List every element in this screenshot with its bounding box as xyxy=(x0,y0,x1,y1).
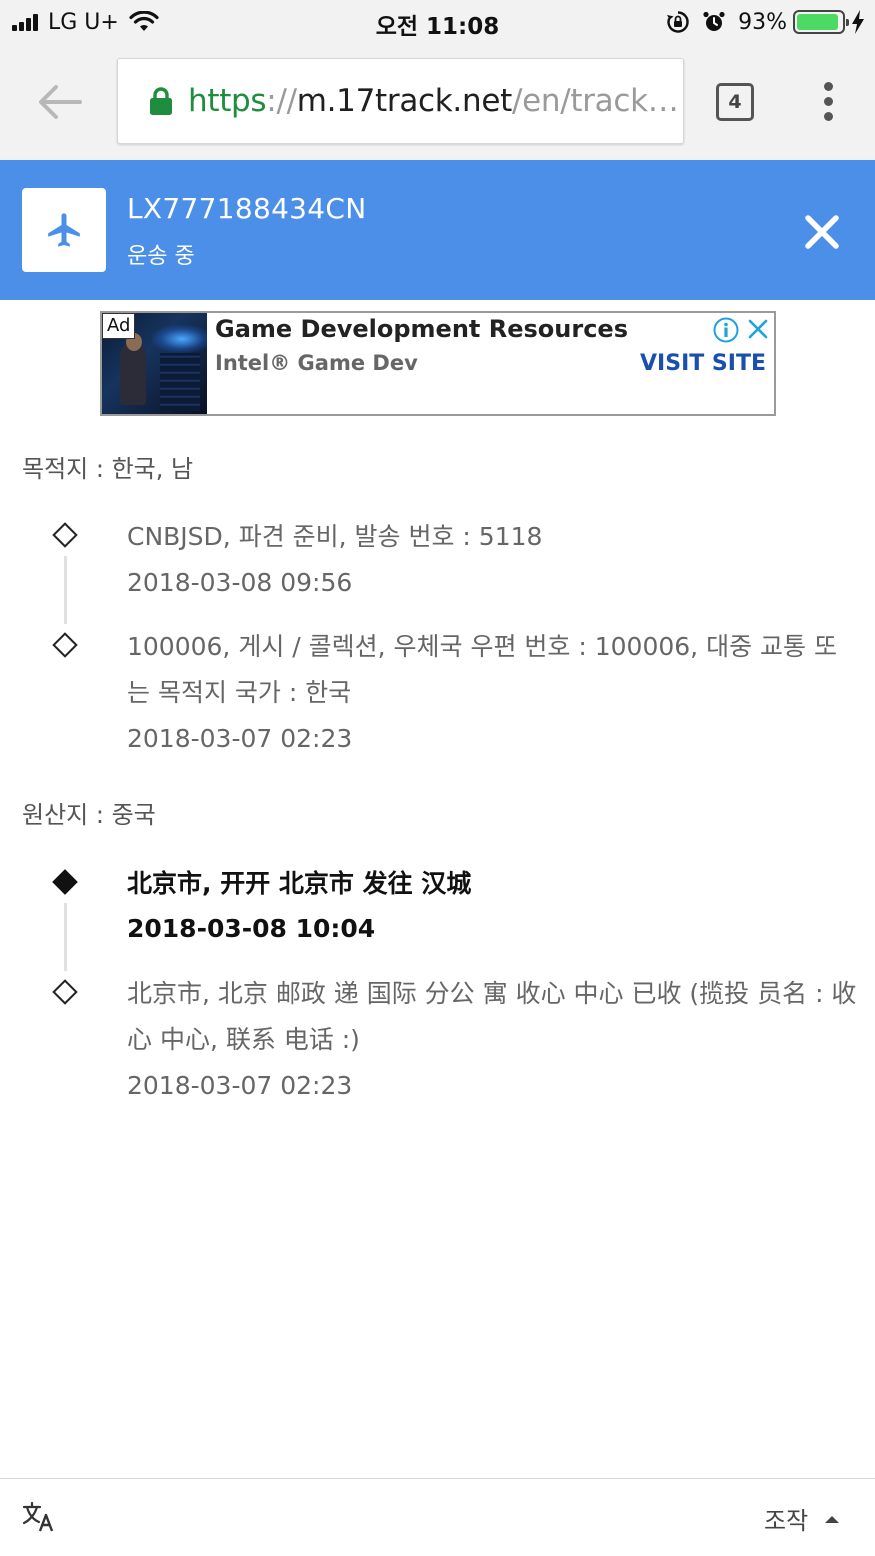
event-description: 100006, 게시 / 콜렉션, 우체국 우편 번호 : 100006, 대중… xyxy=(127,632,837,707)
close-icon[interactable] xyxy=(800,210,844,254)
url-path: /en/track… xyxy=(511,83,679,119)
airplane-icon xyxy=(48,213,80,247)
status-bar: LG U+ 오전 11:08 93% xyxy=(0,0,875,46)
url-text: https://m.17track.net/en/track… xyxy=(188,83,679,119)
event-time: 2018-03-08 10:04 xyxy=(127,914,376,943)
address-bar[interactable]: https://m.17track.net/en/track… xyxy=(117,58,684,144)
ad-visit-site-button[interactable]: VISIT SITE xyxy=(640,351,766,376)
ad-close-icon[interactable] xyxy=(747,318,769,340)
bottom-bar: 조작 xyxy=(0,1478,875,1556)
translate-icon[interactable] xyxy=(22,1501,56,1533)
url-scheme: https xyxy=(188,83,267,119)
tracking-number: LX777188434CN xyxy=(127,192,367,225)
timeline-node-icon xyxy=(52,522,78,548)
timeline-connector xyxy=(64,903,67,971)
charging-bolt-icon xyxy=(852,10,864,34)
url-host: m.17track.net xyxy=(296,83,513,119)
timeline-node-icon xyxy=(52,979,78,1005)
caret-up-icon[interactable] xyxy=(824,1514,840,1524)
destination-label: 목적지 : 한국, 남 xyxy=(22,455,194,483)
event-description: CNBJSD, 파견 준비, 발송 번호 : 5118 xyxy=(127,522,543,551)
tracking-header: LX777188434CN 운송 중 xyxy=(0,160,875,300)
battery-percent: 93% xyxy=(738,9,787,35)
ad-advertiser[interactable]: Intel® Game Dev xyxy=(215,351,418,375)
alarm-icon xyxy=(703,11,725,31)
rotation-lock-icon xyxy=(667,11,689,33)
battery-icon xyxy=(793,10,849,34)
ad-banner[interactable]: Ad Game Development Resources Intel® Gam… xyxy=(100,311,776,416)
transport-mode-badge xyxy=(22,188,106,272)
timeline-connector xyxy=(64,556,67,624)
event-time: 2018-03-07 02:23 xyxy=(127,1071,353,1100)
url-separator: :// xyxy=(266,83,297,119)
back-arrow-icon[interactable] xyxy=(36,82,82,122)
tracking-status: 운송 중 xyxy=(127,244,195,269)
ad-title[interactable]: Game Development Resources xyxy=(215,315,628,343)
timeline-node-icon xyxy=(52,632,78,658)
event-description: 北京市, 开开 北京市 发往 汉城 xyxy=(127,869,472,898)
event-description: 北京市, 北京 邮政 递 国际 分公 寓 收心 中心 已收 (揽投 员名 : 收… xyxy=(127,979,857,1054)
lock-icon xyxy=(150,87,172,115)
timeline-node-current-icon xyxy=(52,869,78,895)
event-time: 2018-03-07 02:23 xyxy=(127,724,353,753)
event-time: 2018-03-08 09:56 xyxy=(127,568,353,597)
tab-switcher-button[interactable]: 4 xyxy=(716,83,754,121)
overflow-menu-icon[interactable] xyxy=(820,82,836,124)
ad-info-icon[interactable] xyxy=(713,317,739,343)
browser-toolbar: https://m.17track.net/en/track… 4 xyxy=(0,46,875,160)
status-right: 93% xyxy=(666,8,865,36)
origin-label: 원산지 : 중국 xyxy=(22,801,156,829)
ad-badge: Ad xyxy=(102,313,136,339)
controls-toggle[interactable]: 조작 xyxy=(764,1501,808,1536)
